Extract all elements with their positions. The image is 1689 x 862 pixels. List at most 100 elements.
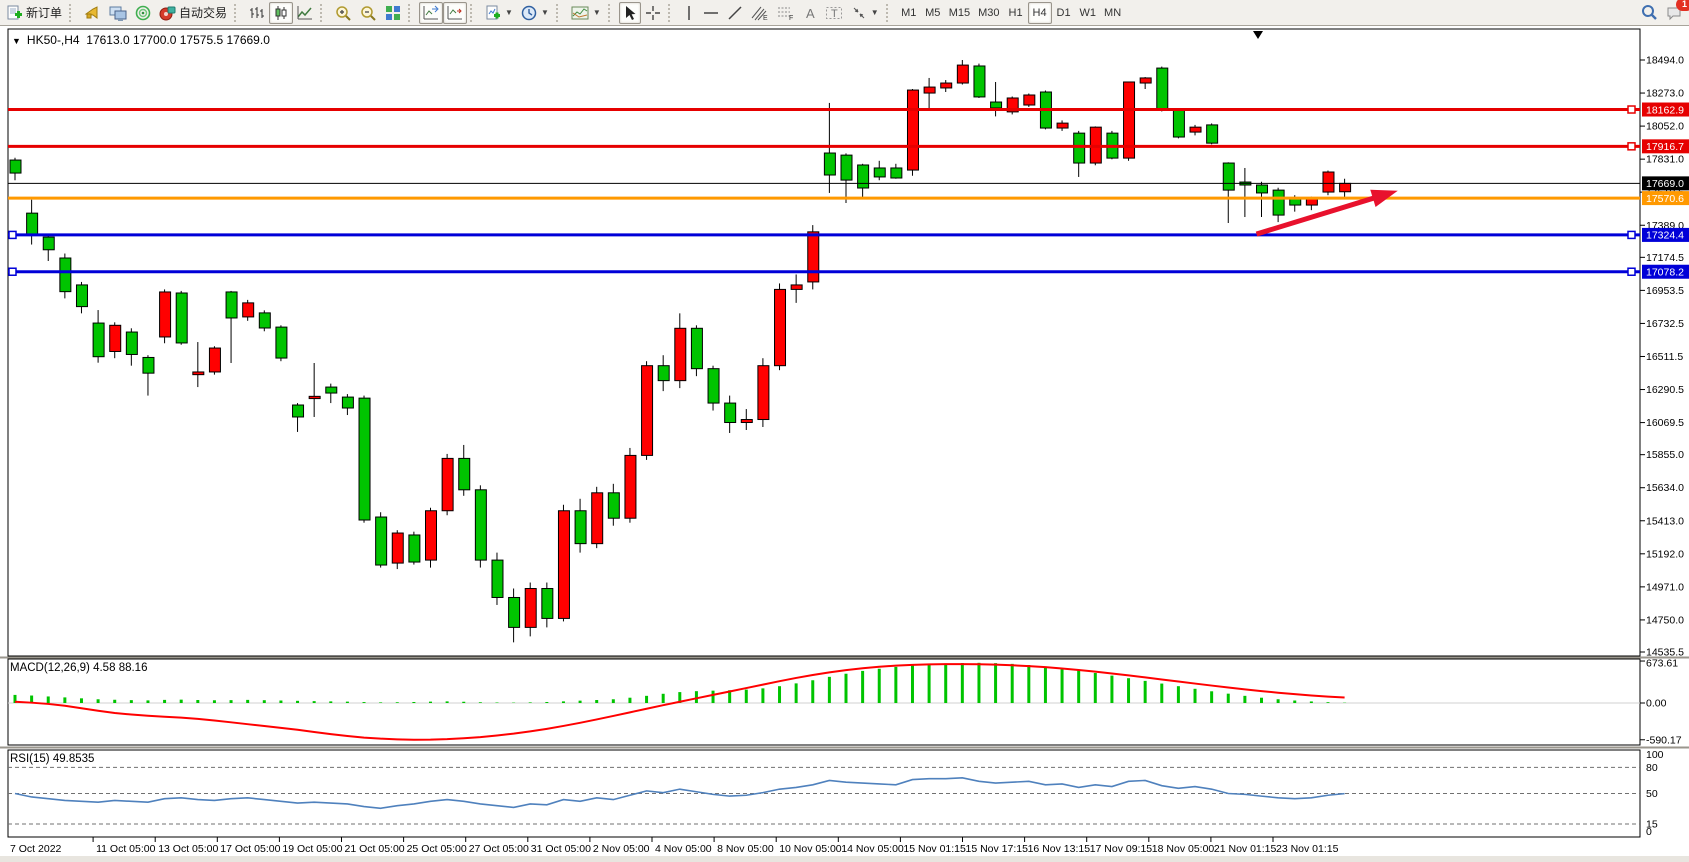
bull-candle xyxy=(160,292,171,337)
bull-candle xyxy=(1340,183,1351,191)
cursor-button[interactable] xyxy=(619,2,641,24)
bull-candle xyxy=(209,348,220,372)
bull-candle xyxy=(1190,127,1201,132)
rsi-axis-label: 80 xyxy=(1646,762,1658,774)
line-handle[interactable] xyxy=(9,268,16,275)
date-tick-label: 10 Nov 05:00 xyxy=(779,843,842,855)
announcement-button[interactable] xyxy=(80,2,105,24)
equidistant-channel-icon: E xyxy=(751,5,769,21)
chart-template-button[interactable]: ▼ xyxy=(567,2,605,24)
svg-text:E: E xyxy=(763,15,768,21)
bear-candle xyxy=(143,357,154,373)
timeframe-button-m30[interactable]: M30 xyxy=(974,2,1003,24)
bear-candle xyxy=(93,323,104,357)
price-chart-canvas[interactable]: 18494.018273.018052.017831.017610.517389… xyxy=(0,26,1689,862)
price-tick-label: 17174.5 xyxy=(1646,252,1684,264)
timeframe-button-h1[interactable]: H1 xyxy=(1004,2,1028,24)
search-icon xyxy=(1641,4,1658,21)
candlestick-chart-button[interactable] xyxy=(269,2,293,24)
bar-chart-button[interactable] xyxy=(245,2,269,24)
rsi-current-value: 49.8535 xyxy=(53,753,95,765)
bull-candle xyxy=(924,87,935,93)
timeframe-toolbar: M1M5M15M30H1H4D1W1MN xyxy=(897,1,1125,25)
timeframe-button-d1[interactable]: D1 xyxy=(1052,2,1076,24)
template-icon xyxy=(571,5,589,21)
dropdown-caret-icon: ▼ xyxy=(593,8,601,17)
zoom-out-icon xyxy=(360,5,377,21)
fibonacci-button[interactable]: F xyxy=(773,2,799,24)
date-axis: 7 Oct 202211 Oct 05:0013 Oct 05:0017 Oct… xyxy=(10,837,1339,855)
zoom-in-button[interactable] xyxy=(331,2,356,24)
vertical-line-button[interactable] xyxy=(679,2,699,24)
bull-candle xyxy=(791,285,802,289)
line-handle[interactable] xyxy=(1628,231,1635,238)
auto-scroll-icon xyxy=(447,5,463,21)
bull-candle xyxy=(243,303,254,317)
price-tick-label: 14971.0 xyxy=(1646,581,1684,593)
channel-button[interactable]: E xyxy=(747,2,773,24)
pane-frames xyxy=(0,29,1689,862)
zoom-out-button[interactable] xyxy=(356,2,381,24)
tile-windows-button[interactable] xyxy=(381,2,405,24)
bear-candle xyxy=(1273,190,1284,215)
svg-text:17570.6: 17570.6 xyxy=(1646,193,1684,205)
bull-candle xyxy=(426,511,437,560)
autotrade-button[interactable]: 自动交易 xyxy=(155,2,231,24)
line-handle[interactable] xyxy=(1628,143,1635,150)
timeframe-button-mn[interactable]: MN xyxy=(1100,2,1125,24)
arrows-menu-button[interactable]: ▼ xyxy=(847,2,883,24)
bull-candle xyxy=(941,83,952,88)
axis-price-label: 17570.6 xyxy=(1642,191,1689,205)
bull-candle xyxy=(442,458,453,510)
price-tick-label: 17831.0 xyxy=(1646,154,1684,166)
line-handle[interactable] xyxy=(1628,268,1635,275)
dropdown-caret-icon: ▼ xyxy=(871,8,879,17)
indicators-button[interactable]: ▼ xyxy=(481,2,517,24)
search-button[interactable] xyxy=(1637,2,1662,24)
text-button[interactable]: A xyxy=(799,2,821,24)
auto-scroll-button[interactable] xyxy=(443,2,467,24)
timeframe-button-m15[interactable]: M15 xyxy=(945,2,974,24)
bull-candle xyxy=(758,366,769,420)
toolbar-separator xyxy=(234,4,242,22)
bear-candle xyxy=(874,168,885,177)
price-tick-label: 18052.0 xyxy=(1646,121,1684,133)
bull-candle xyxy=(110,325,121,351)
svg-text:18162.9: 18162.9 xyxy=(1646,104,1684,116)
price-tick-label: 15634.0 xyxy=(1646,482,1684,494)
macd-indicator-label: MACD(12,26,9) 4.58 88.16 xyxy=(10,662,147,674)
timeframe-button-h4[interactable]: H4 xyxy=(1028,2,1052,24)
bear-candle xyxy=(891,168,902,178)
trendline-button[interactable] xyxy=(723,2,747,24)
timeframe-button-w1[interactable]: W1 xyxy=(1076,2,1101,24)
bull-candle xyxy=(808,232,819,282)
autotrade-icon xyxy=(159,5,176,21)
vertical-line-icon xyxy=(683,5,695,21)
ohlc-bars-icon xyxy=(249,5,265,21)
date-tick-label: 13 Oct 05:00 xyxy=(158,843,218,855)
dropdown-caret-icon: ▼ xyxy=(541,8,549,17)
svg-text:17669.0: 17669.0 xyxy=(1646,178,1684,190)
collapse-triangle-icon[interactable]: ▼ xyxy=(12,36,21,46)
axis-price-label: 17669.0 xyxy=(1642,176,1689,190)
signal-button[interactable] xyxy=(131,2,155,24)
ohlc-open: 17613.0 xyxy=(86,33,129,47)
notification-badge: 1 xyxy=(1676,0,1689,11)
shift-end-button[interactable] xyxy=(419,2,443,24)
text-label-button[interactable]: T xyxy=(821,2,847,24)
horizontal-line-button[interactable] xyxy=(699,2,723,24)
terminals-button[interactable] xyxy=(105,2,131,24)
line-chart-button[interactable] xyxy=(293,2,317,24)
rsi-axis-label: 50 xyxy=(1646,788,1658,800)
new-order-button[interactable]: 新订单 xyxy=(2,2,66,24)
tile-windows-icon xyxy=(385,5,401,21)
date-tick-label: 7 Oct 2022 xyxy=(10,843,62,855)
timeframe-button-m1[interactable]: M1 xyxy=(897,2,921,24)
axis-price-label: 17324.4 xyxy=(1642,228,1689,242)
line-handle[interactable] xyxy=(9,231,16,238)
timeframe-button-m5[interactable]: M5 xyxy=(921,2,945,24)
crosshair-button[interactable] xyxy=(641,2,665,24)
periods-button[interactable]: ▼ xyxy=(517,2,553,24)
arrows-icon xyxy=(851,5,867,21)
line-handle[interactable] xyxy=(1628,106,1635,113)
